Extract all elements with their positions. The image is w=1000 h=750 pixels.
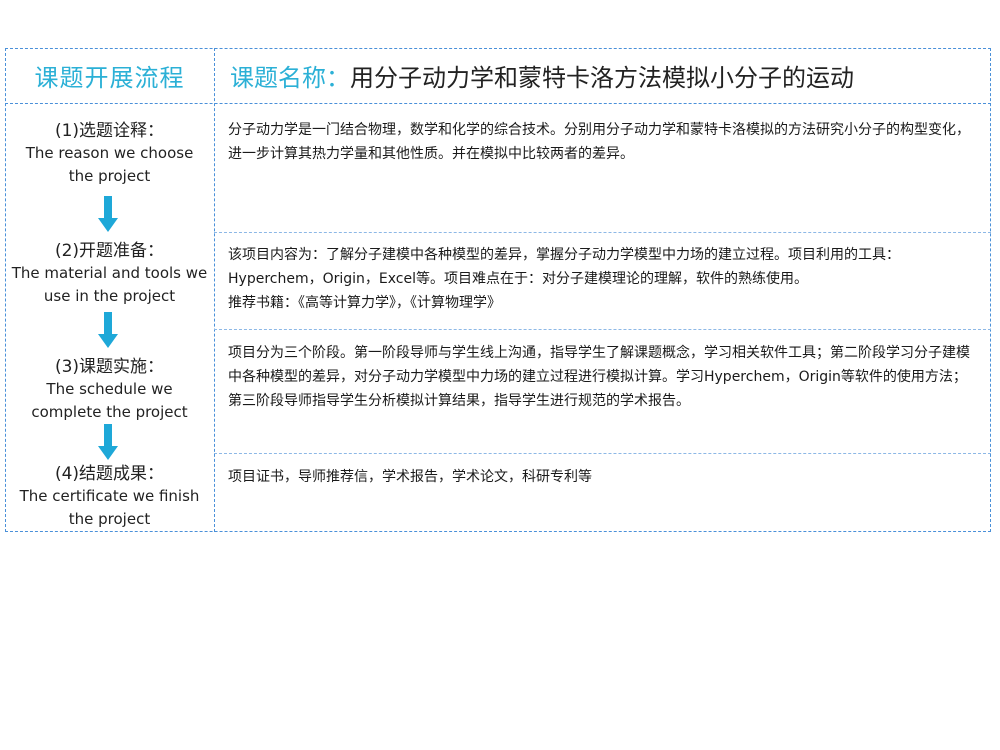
step-4: (4)结题成果： The certificate we finish the p… bbox=[5, 463, 214, 531]
step-3-paragraph: 项目分为三个阶段。第一阶段导师与学生线上沟通，指导学生了解课题概念，学习相关软件… bbox=[228, 345, 970, 409]
step-1: (1)选题诠释： The reason we choose the projec… bbox=[5, 120, 214, 188]
step-2-books: 推荐书籍：《高等计算力学》，《计算物理学》 bbox=[228, 295, 501, 311]
step-1-description: 分子动力学是一门结合物理，数学和化学的综合技术。分别用分子动力学和蒙特卡洛模拟的… bbox=[228, 118, 978, 166]
step-4-description: 项目证书，导师推荐信，学术报告，学术论文，科研专利等 bbox=[228, 465, 978, 489]
process-heading: 课题开展流程 bbox=[34, 64, 185, 92]
step-2-paragraph: 该项目内容为：了解分子建模中各种模型的差异，掌握分子动力学模型中力场的建立过程。… bbox=[228, 247, 900, 287]
step-3-subtitle: The schedule we complete the project bbox=[31, 380, 188, 421]
step-1-paragraph: 分子动力学是一门结合物理，数学和化学的综合技术。分别用分子动力学和蒙特卡洛模拟的… bbox=[228, 122, 970, 162]
step-3-title: (3)课题实施： bbox=[54, 357, 165, 377]
step-1-title: (1)选题诠释： bbox=[54, 121, 165, 141]
step-2-subtitle: The material and tools we use in the pro… bbox=[11, 264, 208, 305]
step-2-title: (2)开题准备： bbox=[54, 241, 165, 261]
step-1-subtitle: The reason we choose the project bbox=[25, 144, 194, 185]
project-title-text: 用分子动力学和蒙特卡洛方法模拟小分子的运动 bbox=[350, 64, 854, 92]
column-divider bbox=[214, 48, 215, 532]
header-divider bbox=[5, 103, 991, 104]
step-4-subtitle: The certificate we finish the project bbox=[19, 487, 200, 528]
row-divider bbox=[214, 329, 991, 330]
project-title: 课题名称：用分子动力学和蒙特卡洛方法模拟小分子的运动 bbox=[230, 48, 854, 103]
row-divider bbox=[214, 453, 991, 454]
step-3: (3)课题实施： The schedule we complete the pr… bbox=[5, 356, 214, 424]
project-title-label: 课题名称 bbox=[230, 64, 326, 92]
step-4-paragraph: 项目证书，导师推荐信，学术报告，学术论文，科研专利等 bbox=[228, 469, 592, 485]
down-arrow-icon bbox=[98, 424, 118, 462]
step-4-title: (4)结题成果： bbox=[54, 464, 165, 484]
step-3-description: 项目分为三个阶段。第一阶段导师与学生线上沟通，指导学生了解课题概念，学习相关软件… bbox=[228, 341, 978, 413]
down-arrow-icon bbox=[98, 312, 118, 350]
step-2: (2)开题准备： The material and tools we use i… bbox=[5, 240, 214, 308]
project-title-separator: ： bbox=[326, 64, 350, 92]
step-2-description: 该项目内容为：了解分子建模中各种模型的差异，掌握分子动力学模型中力场的建立过程。… bbox=[228, 243, 978, 315]
down-arrow-icon bbox=[98, 196, 118, 234]
row-divider bbox=[214, 232, 991, 233]
